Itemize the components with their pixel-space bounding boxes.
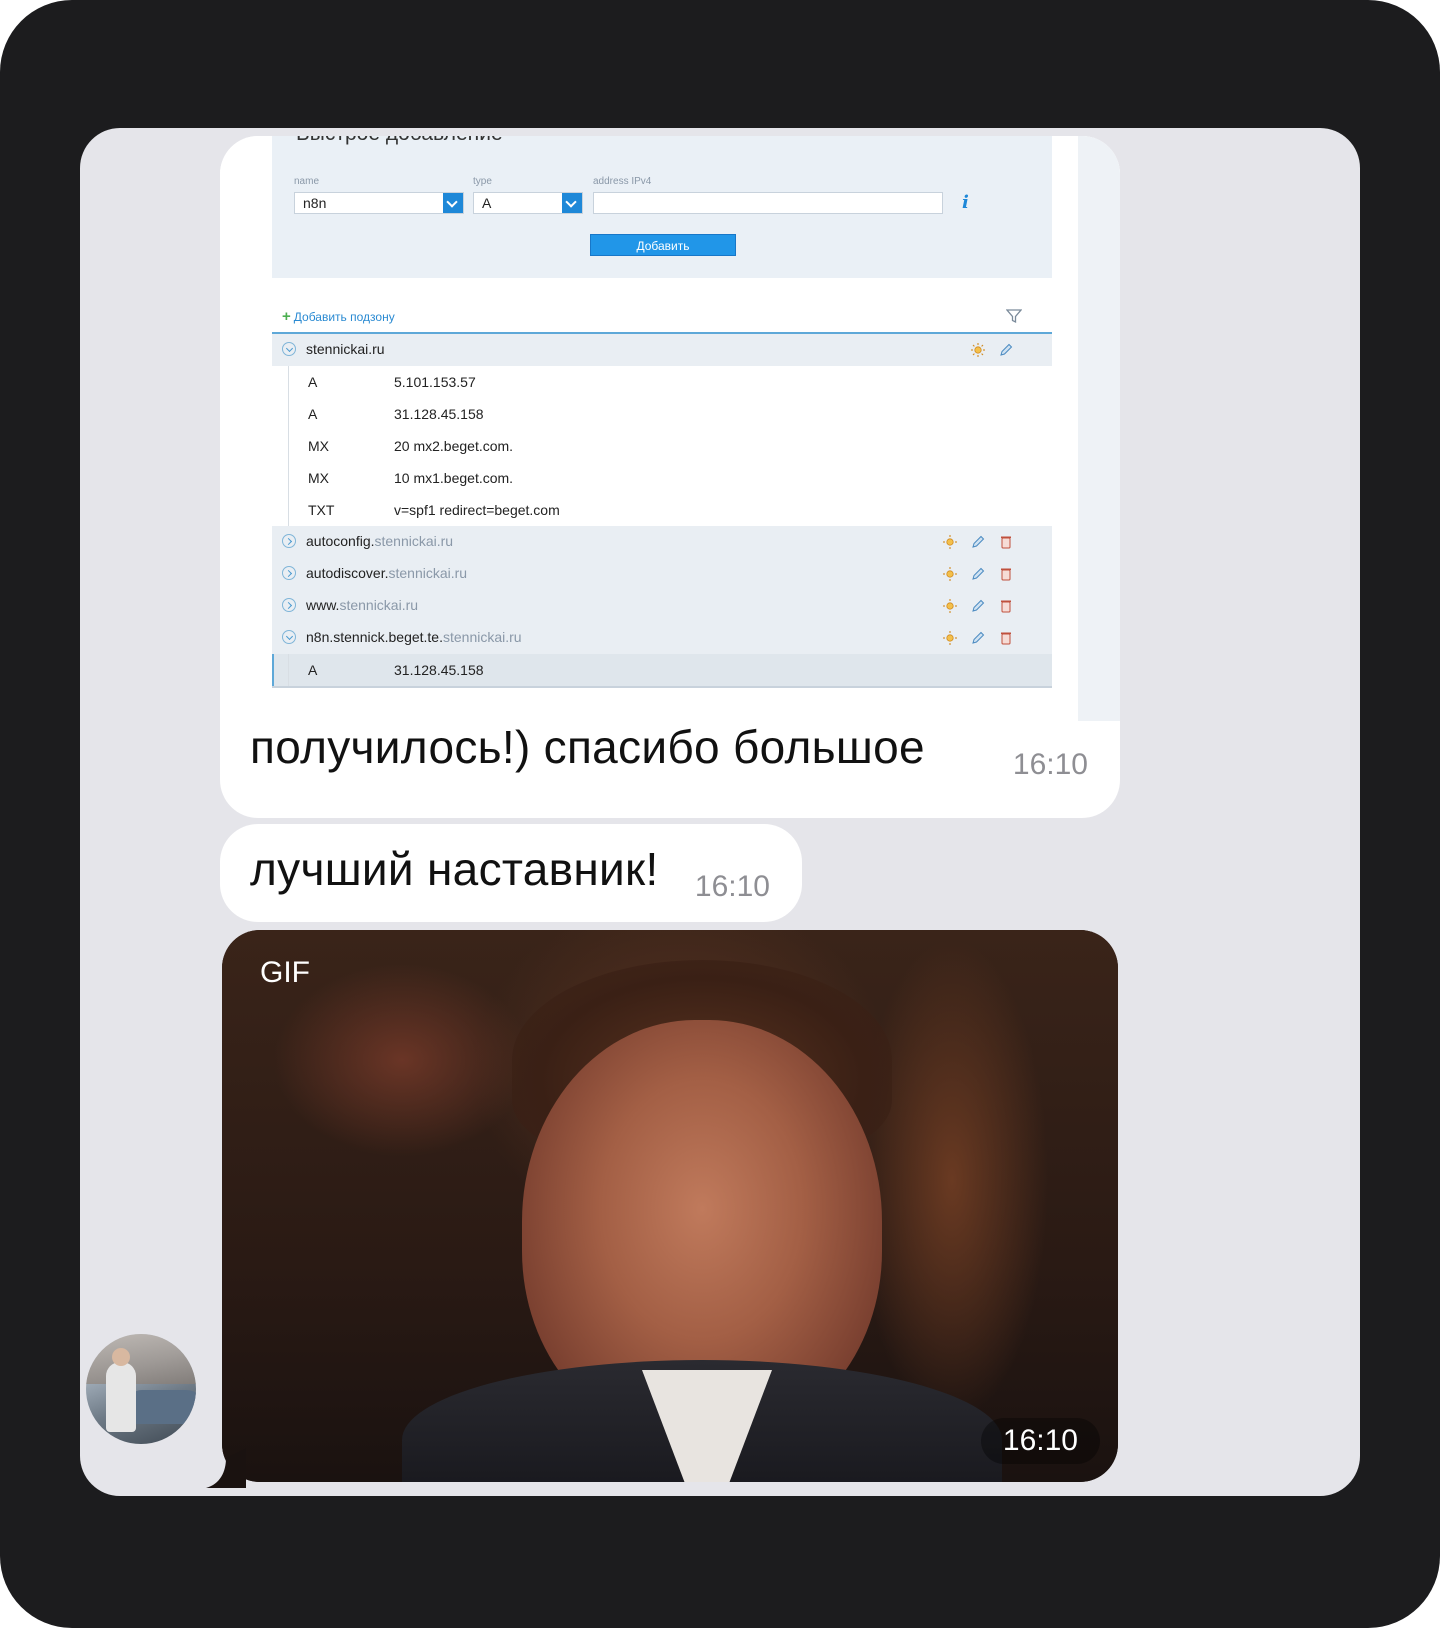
chevron-down-icon: [562, 193, 582, 213]
message-bubble-text[interactable]: лучший наставник! 16:10: [220, 824, 802, 922]
record-row[interactable]: MX 10 mx1.beget.com.: [272, 462, 1052, 494]
message-time: 16:10: [1012, 748, 1088, 781]
name-label: name: [294, 176, 320, 187]
message-text: получилось!) спасибо большое: [250, 721, 925, 773]
sender-avatar[interactable]: [86, 1334, 196, 1444]
quick-add-panel: Быстрое добавление name n8n type A addre…: [272, 136, 1052, 278]
record-type: A: [308, 374, 318, 390]
zone-name: stennickai.ru: [306, 341, 385, 357]
record-value: 31.128.45.158: [394, 662, 484, 678]
chevron-right-icon[interactable]: [282, 566, 296, 580]
name-select[interactable]: n8n: [294, 192, 464, 214]
record-row[interactable]: MX 20 mx2.beget.com.: [272, 430, 1052, 462]
pencil-icon[interactable]: [998, 342, 1014, 358]
sun-icon[interactable]: [970, 342, 986, 358]
tree-line: [288, 430, 289, 462]
tree-line: [288, 366, 289, 398]
tree-line: [288, 462, 289, 494]
record-value: 5.101.153.57: [394, 374, 476, 390]
name-select-value: n8n: [303, 195, 327, 211]
chevron-down-icon[interactable]: [282, 630, 296, 644]
add-subzone-link[interactable]: + Добавить подзону: [282, 308, 395, 325]
filter-icon[interactable]: [1006, 308, 1022, 324]
type-select-value: A: [482, 195, 492, 211]
chat-screen: Быстрое добавление name n8n type A addre…: [80, 128, 1360, 1496]
avatar-car: [126, 1390, 196, 1424]
pencil-icon[interactable]: [970, 534, 986, 550]
record-type: TXT: [308, 502, 335, 518]
screenshot-scroll-strip: [1078, 136, 1120, 721]
avatar-person: [106, 1362, 136, 1432]
record-value: 31.128.45.158: [394, 406, 484, 422]
device-frame: Быстрое добавление name n8n type A addre…: [0, 0, 1440, 1628]
address-label: address IPv4: [593, 176, 652, 187]
record-type: A: [308, 406, 318, 422]
zone-row-autoconfig[interactable]: autoconfig.stennickai.ru: [272, 526, 1052, 558]
zone-row-autodiscover[interactable]: autodiscover.stennickai.ru: [272, 558, 1052, 590]
message-bubble-screenshot[interactable]: Быстрое добавление name n8n type A addre…: [220, 136, 1120, 818]
gif-badge: GIF: [260, 956, 310, 989]
pencil-icon[interactable]: [970, 598, 986, 614]
record-row[interactable]: A 31.128.45.158: [272, 398, 1052, 430]
add-record-button[interactable]: Добавить: [590, 234, 736, 256]
add-subzone-label: Добавить подзону: [293, 310, 395, 324]
pencil-icon[interactable]: [970, 630, 986, 646]
type-select[interactable]: A: [473, 192, 583, 214]
zone-row-stennickai[interactable]: stennickai.ru: [272, 334, 1052, 366]
record-value: v=spf1 redirect=beget.com: [394, 502, 560, 518]
sun-icon[interactable]: [942, 598, 958, 614]
address-input[interactable]: [593, 192, 943, 214]
sun-icon[interactable]: [942, 566, 958, 582]
message-time: 16:10: [694, 870, 770, 903]
trash-icon[interactable]: [998, 534, 1014, 550]
trash-icon[interactable]: [998, 598, 1014, 614]
record-type: A: [308, 662, 318, 678]
avatar-head: [112, 1348, 130, 1366]
selection-bar: [272, 654, 274, 686]
chevron-right-icon[interactable]: [282, 534, 296, 548]
message-text: лучший наставник!: [250, 843, 659, 895]
record-row[interactable]: A 5.101.153.57: [272, 366, 1052, 398]
record-type: MX: [308, 438, 329, 454]
record-value: 20 mx2.beget.com.: [394, 438, 514, 454]
avatar-background: [86, 1334, 196, 1384]
tree-line: [288, 398, 289, 430]
tree-line: [288, 494, 289, 526]
zone-row-n8n[interactable]: n8n.stennick.beget.te.stennickai.ru: [272, 622, 1052, 654]
message-time: 16:10: [980, 1418, 1100, 1464]
zone-row-www[interactable]: www.stennickai.ru: [272, 590, 1052, 622]
chevron-down-icon[interactable]: [282, 342, 296, 356]
trash-icon[interactable]: [998, 566, 1014, 582]
zone-name: www.stennickai.ru: [306, 597, 419, 613]
record-value: 10 mx1.beget.com.: [394, 470, 514, 486]
zone-name: autodiscover.stennickai.ru: [306, 565, 468, 581]
info-icon[interactable]: i: [962, 192, 969, 213]
record-type: MX: [308, 470, 329, 486]
record-row-selected[interactable]: A 31.128.45.158: [272, 654, 1052, 688]
quick-add-title: Быстрое добавление: [296, 136, 503, 146]
bubble-tail: [206, 1448, 246, 1488]
zone-name: autoconfig.stennickai.ru: [306, 533, 454, 549]
chevron-down-icon: [443, 193, 463, 213]
plus-icon: +: [282, 308, 291, 325]
trash-icon[interactable]: [998, 630, 1014, 646]
record-row[interactable]: TXT v=spf1 redirect=beget.com: [272, 494, 1052, 526]
zone-name: n8n.stennick.beget.te.stennickai.ru: [306, 629, 522, 645]
message-bubble-gif[interactable]: GIF 16:10: [222, 930, 1118, 1482]
pencil-icon[interactable]: [970, 566, 986, 582]
attached-screenshot[interactable]: Быстрое добавление name n8n type A addre…: [220, 136, 1120, 721]
tree-line: [288, 654, 289, 686]
type-label: type: [473, 176, 492, 187]
sun-icon[interactable]: [942, 534, 958, 550]
sun-icon[interactable]: [942, 630, 958, 646]
chevron-right-icon[interactable]: [282, 598, 296, 612]
